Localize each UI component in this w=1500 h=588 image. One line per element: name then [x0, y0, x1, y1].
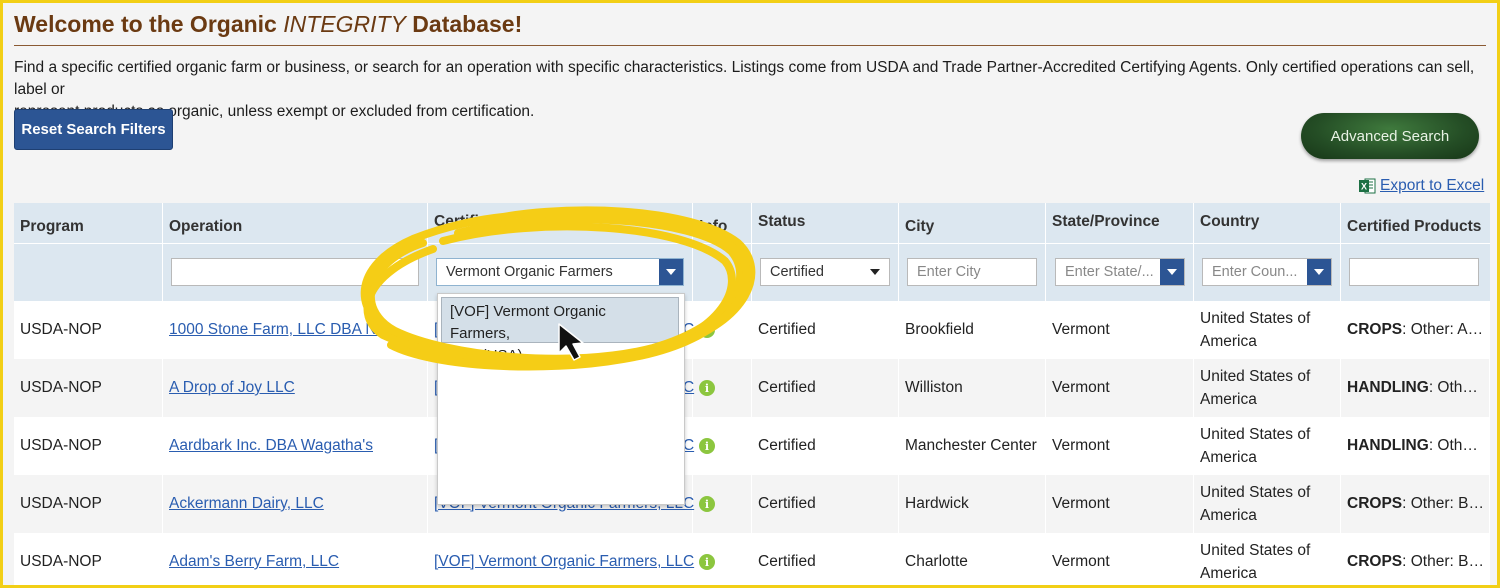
cell-operation: Ackermann Dairy, LLC [163, 475, 428, 533]
info-icon[interactable]: i [699, 496, 715, 512]
svg-text:X: X [1361, 182, 1367, 192]
state-filter-combobox[interactable]: Enter State/... [1055, 258, 1185, 286]
cell-state: Vermont [1046, 301, 1194, 359]
cell-status: Certified [752, 533, 899, 585]
advanced-search-button[interactable]: Advanced Search [1301, 113, 1479, 159]
cell-state: Vermont [1046, 417, 1194, 475]
status-filter-select[interactable]: Certified [760, 258, 890, 286]
cell-products: CROPS: Other: Bl... [1341, 533, 1490, 585]
operation-link[interactable]: A Drop of Joy LLC [169, 379, 295, 397]
cell-info: i [693, 417, 752, 475]
column-certified-products[interactable]: Certified Products [1341, 203, 1490, 301]
table-row: USDA-NOPAardbark Inc. DBA Wagatha's[VOF]… [14, 417, 1490, 475]
table-row: USDA-NOPAckermann Dairy, LLC[VOF] Vermon… [14, 475, 1490, 533]
cell-info: i [693, 359, 752, 417]
certified-products-text: HANDLING: Other... [1347, 379, 1484, 396]
excel-icon: X [1359, 178, 1376, 194]
certifier-link[interactable]: [VOF] Vermont Organic Farmers, LLC [434, 553, 694, 571]
cell-products: CROPS: Other: Ba... [1341, 475, 1490, 533]
export-to-excel-link[interactable]: X Export to Excel [1359, 177, 1484, 195]
certified-products-text: HANDLING: Other... [1347, 437, 1484, 454]
chevron-down-icon[interactable] [659, 259, 683, 285]
operation-link[interactable]: Aardbark Inc. DBA Wagatha's [169, 437, 373, 455]
cell-country: United States of America [1194, 301, 1341, 359]
cell-country: United States of America [1194, 475, 1341, 533]
table-row: USDA-NOP1000 Stone Farm, LLC DBA N/A[VOF… [14, 301, 1490, 359]
cell-info: i [693, 475, 752, 533]
column-status[interactable]: Status [752, 203, 899, 301]
cell-products: HANDLING: Other... [1341, 359, 1490, 417]
column-info[interactable]: Info [693, 203, 752, 301]
cell-info: i [693, 301, 752, 359]
cell-city: Charlotte [899, 533, 1046, 585]
cell-state: Vermont [1046, 533, 1194, 585]
cell-program: USDA-NOP [14, 417, 163, 475]
cell-status: Certified [752, 301, 899, 359]
column-city[interactable]: City [899, 203, 1046, 301]
cell-operation: 1000 Stone Farm, LLC DBA N/A [163, 301, 428, 359]
country-filter-combobox[interactable]: Enter Coun... [1202, 258, 1332, 286]
cell-state: Vermont [1046, 475, 1194, 533]
cell-program: USDA-NOP [14, 301, 163, 359]
operation-filter-input[interactable] [171, 258, 419, 286]
cell-info: i [693, 533, 752, 585]
operation-link[interactable]: 1000 Stone Farm, LLC DBA N/A [169, 321, 391, 339]
info-icon[interactable]: i [699, 438, 715, 454]
certifier-autocomplete-list: [VOF] Vermont Organic Farmers, LLC (USA) [437, 293, 685, 505]
info-icon[interactable]: i [699, 380, 715, 396]
cell-city: Williston [899, 359, 1046, 417]
cell-status: Certified [752, 417, 899, 475]
chevron-down-icon[interactable] [1160, 259, 1184, 285]
screenshot-frame: Welcome to the Organic INTEGRITY Databas… [0, 0, 1500, 588]
cell-city: Manchester Center [899, 417, 1046, 475]
operation-link[interactable]: Adam's Berry Farm, LLC [169, 553, 339, 571]
table-row: USDA-NOPA Drop of Joy LLC[VOF] Vermont O… [14, 359, 1490, 417]
cell-program: USDA-NOP [14, 533, 163, 585]
cell-program: USDA-NOP [14, 359, 163, 417]
cell-state: Vermont [1046, 359, 1194, 417]
header-divider [14, 243, 1490, 244]
city-filter-input[interactable]: Enter City [907, 258, 1037, 286]
cell-status: Certified [752, 475, 899, 533]
table-header: Program Operation Certifier Info Status … [14, 203, 1490, 301]
cell-city: Brookfield [899, 301, 1046, 359]
chevron-down-icon[interactable] [1307, 259, 1331, 285]
cell-program: USDA-NOP [14, 475, 163, 533]
chevron-down-icon [870, 269, 880, 275]
operation-link[interactable]: Ackermann Dairy, LLC [169, 495, 324, 513]
page-title: Welcome to the Organic INTEGRITY Databas… [14, 11, 523, 37]
autocomplete-option[interactable]: [VOF] Vermont Organic Farmers, LLC (USA) [441, 297, 679, 364]
certified-products-text: CROPS: Other: Ba... [1347, 495, 1484, 512]
cell-operation: Aardbark Inc. DBA Wagatha's [163, 417, 428, 475]
info-icon[interactable]: i [699, 322, 715, 338]
cell-products: HANDLING: Other... [1341, 417, 1490, 475]
cell-country: United States of America [1194, 417, 1341, 475]
cell-products: CROPS: Other: Ap... [1341, 301, 1490, 359]
cell-operation: Adam's Berry Farm, LLC [163, 533, 428, 585]
cell-country: United States of America [1194, 359, 1341, 417]
cell-city: Hardwick [899, 475, 1046, 533]
title-divider [14, 45, 1486, 46]
cell-country: United States of America [1194, 533, 1341, 585]
certified-products-text: CROPS: Other: Ap... [1347, 321, 1484, 338]
intro-text: Find a specific certified organic farm o… [14, 59, 1475, 120]
cell-operation: A Drop of Joy LLC [163, 359, 428, 417]
info-icon[interactable]: i [699, 554, 715, 570]
column-country[interactable]: Country [1194, 203, 1341, 301]
column-program[interactable]: Program [14, 203, 163, 301]
table-row: USDA-NOP Adam's Berry Farm, LLC [VOF] Verm… [14, 533, 1490, 585]
cell-certifier: [VOF] Vermont Organic Farmers, LLC [428, 533, 694, 585]
certified-products-text: CROPS: Other: Bl... [1347, 553, 1484, 570]
column-operation[interactable]: Operation [163, 203, 428, 301]
cell-status: Certified [752, 359, 899, 417]
column-certifier[interactable]: Certifier [428, 203, 693, 301]
certifier-filter-combobox[interactable]: Vermont Organic Farmers [436, 258, 684, 286]
column-state[interactable]: State/Province [1046, 203, 1194, 301]
products-filter-input[interactable] [1349, 258, 1479, 286]
reset-search-filters-button[interactable]: Reset Search Filters [14, 109, 173, 150]
